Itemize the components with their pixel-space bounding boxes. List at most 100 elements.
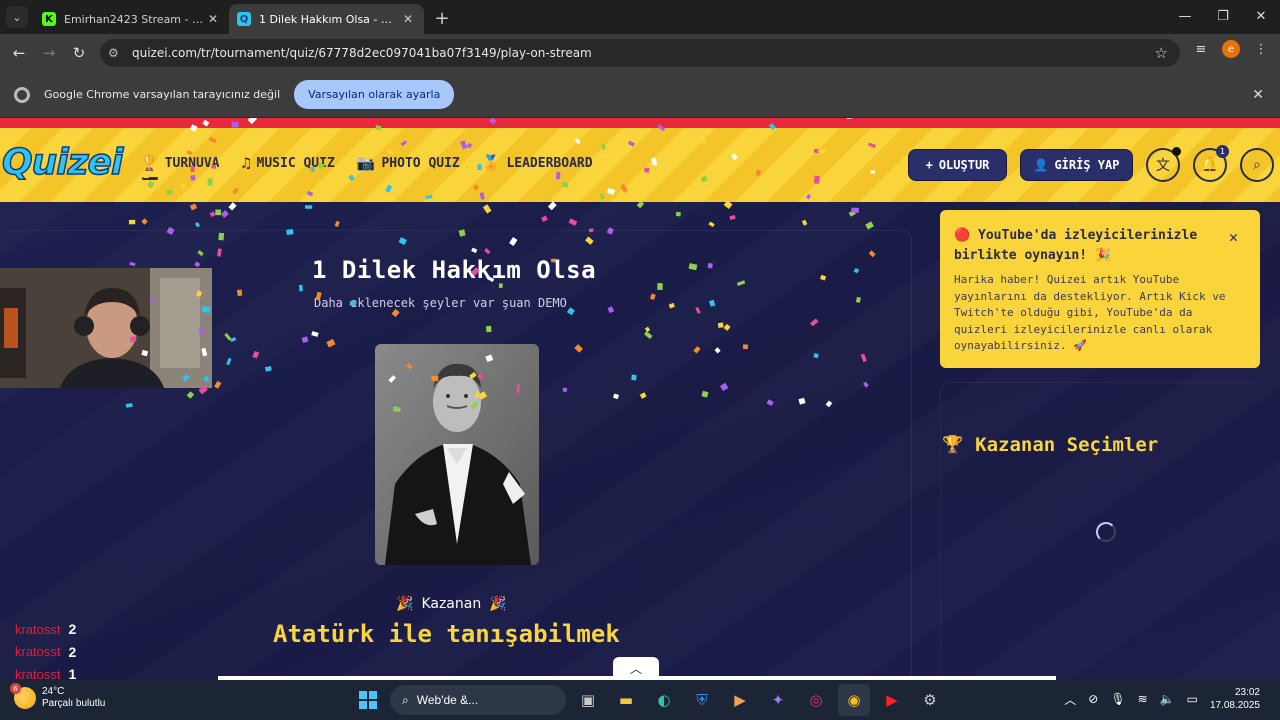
media-player-icon[interactable]: ▶ (724, 684, 756, 716)
youtube-announcement-card: 🔴 YouTube'da izleyicilerinizle birlikte … (940, 210, 1260, 368)
site-header: Quizei 🏆 TURNUVA ♫ MUSIC QUIZ 📷 PHOTO QU… (0, 128, 1280, 202)
trophy-icon: 🏆 (140, 154, 159, 172)
loading-spinner (1096, 522, 1116, 542)
chat-text: 2 (68, 621, 77, 638)
quiz-subtitle: Daha eklenecek şeyler var şuan DEMO (314, 296, 567, 310)
tab-title: 1 Dilek Hakkım Olsa - Quizei (259, 12, 400, 26)
language-dot (1172, 147, 1181, 156)
stream-chat: kratosst 2 kratosst 2 kratosst 1 (15, 618, 76, 680)
minimize-icon[interactable]: — (1166, 0, 1204, 32)
nav-label: PHOTO QUIZ (381, 155, 460, 171)
close-announcement-icon[interactable]: ✕ (1229, 228, 1238, 246)
set-default-button[interactable]: Varsayılan olarak ayarla (294, 80, 455, 109)
file-explorer-icon[interactable]: ▬ (610, 684, 642, 716)
maximize-icon[interactable]: ❐ (1204, 0, 1242, 32)
system-tray: ︿ ⊘ 🎙 ≋ 🔈 ▭ 23:02 17.08.2025 (1064, 686, 1260, 712)
windows-taskbar: 6 24°C Parçalı bulutlu ⌕ Web'de &... ▣ ▬… (0, 680, 1280, 720)
create-button[interactable]: + OLUŞTUR (908, 149, 1007, 181)
wifi-icon[interactable]: ≋ (1138, 692, 1148, 706)
chat-text: 2 (68, 643, 77, 660)
winner-label: 🎉 Kazanan 🎉 (396, 596, 507, 612)
window-controls: — ❐ ✕ (1166, 0, 1280, 32)
battery-icon[interactable]: ▭ (1187, 692, 1198, 706)
tray-chevron-up-icon[interactable]: ︿ (1064, 691, 1076, 708)
chat-username: kratosst (15, 666, 61, 680)
search-button[interactable]: ⌕ (1240, 148, 1274, 182)
windows-start-icon[interactable] (352, 684, 384, 716)
chat-message: kratosst 2 (15, 641, 76, 664)
bookmark-star-icon[interactable]: ☆ (1155, 44, 1168, 62)
tab-title: Emirhan2423 Stream - Watch L (64, 12, 205, 26)
defender-shield-icon[interactable]: ⛨ (686, 684, 718, 716)
taskbar-search-label: Web'de &... (416, 693, 479, 707)
nav-label: TURNUVA (164, 155, 220, 171)
winner-choice-text: Atatürk ile tanışabilmek (273, 620, 620, 648)
site-info-icon[interactable]: ⚙ (108, 46, 128, 60)
chat-text: 1 (68, 666, 77, 680)
taskbar-search-input[interactable]: ⌕ Web'de &... (390, 685, 566, 715)
party-popper-icon: 🎉 (396, 596, 414, 612)
more-menu-icon[interactable]: ⋮ (1250, 38, 1272, 60)
taskbar-apps: ⌕ Web'de &... ▣ ▬ ◐ ⛨ ▶ ✦ ◎ ◉ ▶ ⚙ (352, 684, 946, 716)
close-tab-icon[interactable]: ✕ (400, 12, 416, 26)
reload-icon[interactable]: ↻ (64, 38, 94, 68)
quizei-icon: Q (237, 12, 251, 26)
announcement-body: Harika haber! Quizei artık YouTube yayın… (954, 273, 1226, 352)
notification-count-badge: 1 (1216, 145, 1229, 158)
back-icon[interactable]: ← (4, 38, 34, 68)
volume-icon[interactable]: 🔈 (1160, 692, 1175, 706)
search-icon: ⌕ (1253, 157, 1261, 173)
nav-label: MUSIC QUIZ (256, 155, 335, 171)
reading-list-icon[interactable]: ≡ (1190, 38, 1212, 60)
notifications-button[interactable]: 🔔 1 (1193, 145, 1229, 182)
trophy-icon: 🏆 (942, 435, 964, 455)
weather-condition: Parçalı bulutlu (42, 698, 106, 709)
winners-title-text: Kazanan Seçimler (975, 434, 1159, 456)
clock-date: 17.08.2025 (1209, 700, 1260, 711)
chat-message: kratosst 2 (15, 618, 76, 641)
quizei-logo[interactable]: Quizei (1, 141, 124, 184)
new-tab-button[interactable]: + (428, 4, 456, 32)
edge-icon[interactable]: ◐ (648, 684, 680, 716)
translate-icon: 文 (1156, 158, 1170, 174)
tab-kick-stream[interactable]: K Emirhan2423 Stream - Watch L ✕ (34, 4, 229, 34)
weather-badge: 6 (10, 683, 21, 694)
music-note-icon: ♫ (241, 154, 251, 172)
microphone-icon[interactable]: 🎙 (1110, 692, 1125, 706)
taskbar-clock[interactable]: 23:02 17.08.2025 (1210, 686, 1260, 712)
chevron-up-icon: ︿ (629, 661, 642, 676)
url-input[interactable]: ⚙ quizei.com/tr/tournament/quiz/67778d2e… (100, 39, 1180, 67)
main-nav: 🏆 TURNUVA ♫ MUSIC QUIZ 📷 PHOTO QUIZ 🏅 LE… (140, 154, 593, 180)
instagram-icon[interactable]: ◎ (800, 684, 832, 716)
youtube-icon[interactable]: ▶ (876, 684, 908, 716)
winner-photo (375, 344, 539, 565)
task-view-icon[interactable]: ▣ (572, 684, 604, 716)
close-tab-icon[interactable]: ✕ (205, 12, 221, 26)
login-button-label: GİRİŞ YAP (1054, 158, 1120, 172)
tab-search-icon[interactable]: ⌄ (6, 6, 28, 28)
settings-gear-icon[interactable]: ⚙ (914, 684, 946, 716)
site-top-stripe (0, 118, 1280, 128)
tab-quizei[interactable]: Q 1 Dilek Hakkım Olsa - Quizei ✕ (229, 4, 424, 34)
chrome-taskbar-icon[interactable]: ◉ (838, 684, 870, 716)
nav-item-photo-quiz[interactable]: 📷 PHOTO QUIZ (357, 154, 460, 172)
login-button[interactable]: 👤 GİRİŞ YAP (1020, 149, 1133, 181)
weather-temperature: 24°C (42, 686, 65, 697)
winner-label-text: Kazanan (421, 596, 482, 612)
default-browser-infobar: Google Chrome varsayılan tarayıcınız değ… (0, 72, 1280, 118)
forward-icon[interactable]: → (34, 38, 64, 68)
language-button[interactable]: 文 (1146, 147, 1181, 182)
plus-icon: + (925, 158, 933, 172)
nav-item-leaderboard[interactable]: 🏅 LEADERBOARD (482, 154, 593, 172)
main-content: 1 Dilek Hakkım Olsa Daha eklenecek şeyle… (0, 202, 1280, 680)
weather-widget[interactable]: 6 24°C Parçalı bulutlu (10, 683, 106, 710)
chat-message: kratosst 1 (15, 663, 76, 680)
network-off-icon[interactable]: ⊘ (1088, 692, 1098, 706)
copilot-icon[interactable]: ✦ (762, 684, 794, 716)
nav-item-tournament[interactable]: 🏆 TURNUVA (140, 154, 220, 180)
profile-avatar[interactable]: e (1222, 40, 1240, 58)
search-icon: ⌕ (402, 692, 409, 707)
close-window-icon[interactable]: ✕ (1242, 0, 1280, 32)
nav-item-music-quiz[interactable]: ♫ MUSIC QUIZ (241, 154, 334, 172)
close-infobar-icon[interactable]: ✕ (1252, 87, 1264, 103)
